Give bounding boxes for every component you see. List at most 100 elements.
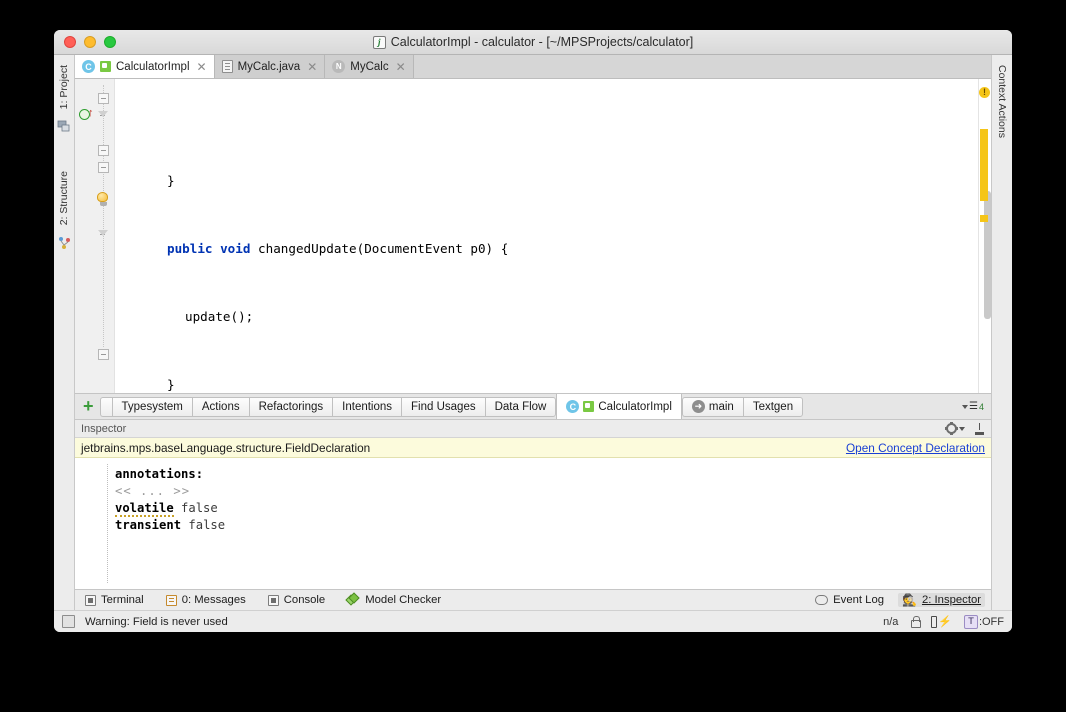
messages-icon (166, 595, 177, 606)
add-tab-button[interactable]: + (79, 397, 100, 417)
pin-down-icon[interactable] (974, 423, 985, 435)
gear-icon (946, 423, 957, 434)
code-token-param: p0 (470, 241, 485, 256)
left-tool-rail: 1: Project 2: Structure (54, 55, 75, 610)
code-text-area[interactable]: update(); } public void changedUpdate(Do… (115, 79, 978, 393)
window-title-text: CalculatorImpl - calculator - [~/MPSProj… (391, 35, 694, 49)
tool-tab-actions[interactable]: Actions (192, 397, 249, 417)
property-name: transient (115, 518, 181, 532)
tool-button-inspector[interactable]: 🕵 2: Inspector (898, 593, 985, 607)
status-toggle-icon[interactable] (62, 615, 75, 628)
code-line: update(); (115, 308, 978, 325)
property-value[interactable]: false (181, 501, 218, 515)
property-row[interactable]: transient false (115, 517, 991, 534)
concept-leaf-icon (583, 401, 594, 412)
fold-marker-collapsible[interactable] (98, 111, 109, 122)
tool-tab-intentions[interactable]: Intentions (332, 397, 401, 417)
tool-tab-label: Data Flow (495, 401, 547, 413)
minimize-button[interactable] (84, 36, 96, 48)
warning-marker-small[interactable] (980, 215, 988, 222)
bottom-tool-right-group: Event Log 🕵 2: Inspector (811, 593, 991, 607)
editor-gutter[interactable]: ↑ (75, 79, 115, 393)
tool-tab-find-usages[interactable]: Find Usages (401, 397, 485, 417)
inspector-title: Inspector (81, 423, 126, 435)
property-row: annotations: (115, 466, 991, 483)
power-plug-icon[interactable]: ⚡ (931, 615, 952, 628)
tool-button-label: Event Log (833, 594, 884, 606)
close-icon[interactable]: ✕ (197, 60, 207, 74)
toggle-state-label: :OFF (979, 616, 1004, 628)
editor-tab-mycalc[interactable]: N MyCalc ✕ (325, 55, 413, 78)
fold-marker[interactable] (98, 145, 109, 156)
intention-bulb-icon[interactable] (97, 192, 109, 206)
fold-marker[interactable] (98, 93, 109, 104)
desktop-background: j CalculatorImpl - calculator - [~/MPSPr… (0, 0, 1066, 712)
fold-guide-line (103, 85, 104, 347)
status-bar-right: n/a ⚡ T :OFF (883, 615, 1004, 629)
editor-tab-mycalc-java[interactable]: MyCalc.java ✕ (215, 55, 326, 78)
implements-marker-icon[interactable]: ↑ (79, 109, 92, 122)
warning-count-icon[interactable]: ! (979, 87, 990, 98)
status-toggle-group[interactable]: T :OFF (964, 615, 1004, 629)
property-value[interactable]: false (188, 518, 225, 532)
center-column: C CalculatorImpl ✕ MyCalc.java ✕ N MyCal… (75, 55, 991, 610)
scrollbar-thumb[interactable] (984, 191, 991, 319)
window-title: j CalculatorImpl - calculator - [~/MPSPr… (54, 35, 1012, 49)
memory-indicator[interactable]: n/a (883, 616, 898, 628)
tool-button-messages[interactable]: 0: Messages (162, 593, 250, 607)
class-c-icon: C (82, 60, 95, 73)
fold-marker[interactable] (98, 349, 109, 360)
code-editor[interactable]: ↑ update(); (75, 79, 991, 393)
java-file-icon (222, 60, 233, 73)
close-icon[interactable]: ✕ (307, 60, 317, 74)
close-button[interactable] (64, 36, 76, 48)
inspector-panel: Inspector jetbrains.mps.baseLanguage.str… (75, 419, 991, 589)
sidebar-item-structure[interactable]: 2: Structure (57, 167, 71, 229)
code-token-method: changedUpdate (258, 241, 357, 256)
gear-button[interactable] (946, 423, 965, 434)
project-icon (57, 119, 71, 133)
editor-tab-label: CalculatorImpl (116, 61, 190, 73)
code-token-call: update (185, 309, 231, 324)
tool-button-model-checker[interactable]: Model Checker (343, 593, 445, 607)
tab-overflow-button[interactable]: ☰ 4 (959, 401, 987, 412)
tool-tab-nub[interactable] (100, 397, 112, 417)
tool-tab-textgen[interactable]: Textgen (743, 397, 803, 417)
property-row[interactable]: volatile false (115, 500, 991, 517)
tool-button-terminal[interactable]: Terminal (81, 593, 148, 607)
tool-tab-data-flow[interactable]: Data Flow (485, 397, 557, 417)
warning-marker-large[interactable] (980, 129, 988, 201)
event-log-icon (815, 595, 828, 605)
open-concept-declaration-link[interactable]: Open Concept Declaration (846, 441, 985, 455)
collapsed-annotations: << ... >> (115, 484, 190, 498)
inspector-guide-line (107, 464, 108, 583)
fold-marker[interactable] (98, 162, 109, 173)
tool-tab-refactorings[interactable]: Refactorings (249, 397, 333, 417)
lock-open-icon[interactable] (910, 616, 919, 627)
status-bar: Warning: Field is never used n/a ⚡ T :OF… (54, 610, 1012, 632)
editor-tab-calculatorimpl[interactable]: C CalculatorImpl ✕ (75, 55, 215, 78)
terminal-icon (85, 595, 96, 606)
tool-button-label: Model Checker (365, 594, 441, 606)
maximize-button[interactable] (104, 36, 116, 48)
sidebar-item-context-actions[interactable]: Context Actions (995, 61, 1009, 142)
code-line: public void changedUpdate(DocumentEvent … (115, 240, 978, 257)
inspector-properties[interactable]: annotations: << ... >> volatile false tr… (75, 458, 991, 589)
tool-tab-main[interactable]: ➜ main (682, 397, 743, 417)
fold-marker-collapsible[interactable] (98, 230, 109, 241)
tool-tab-typesystem[interactable]: Typesystem (112, 397, 192, 417)
sidebar-item-project[interactable]: 1: Project (57, 61, 71, 113)
tool-tab-label: Intentions (342, 401, 392, 413)
tool-tab-calculatorimpl[interactable]: C CalculatorImpl (556, 394, 682, 420)
editor-tabstrip: C CalculatorImpl ✕ MyCalc.java ✕ N MyCal… (75, 55, 991, 79)
tool-button-event-log[interactable]: Event Log (811, 593, 888, 607)
editor-marker-bar[interactable]: ! (978, 79, 991, 393)
close-icon[interactable]: ✕ (396, 60, 406, 74)
run-arrow-icon: ➜ (692, 400, 705, 413)
structure-icon (57, 236, 71, 250)
tool-tab-label: Actions (202, 401, 240, 413)
tool-button-console[interactable]: Console (264, 593, 329, 607)
property-row[interactable]: << ... >> (115, 483, 991, 500)
window-controls (54, 36, 116, 48)
code-line: } (115, 172, 978, 189)
